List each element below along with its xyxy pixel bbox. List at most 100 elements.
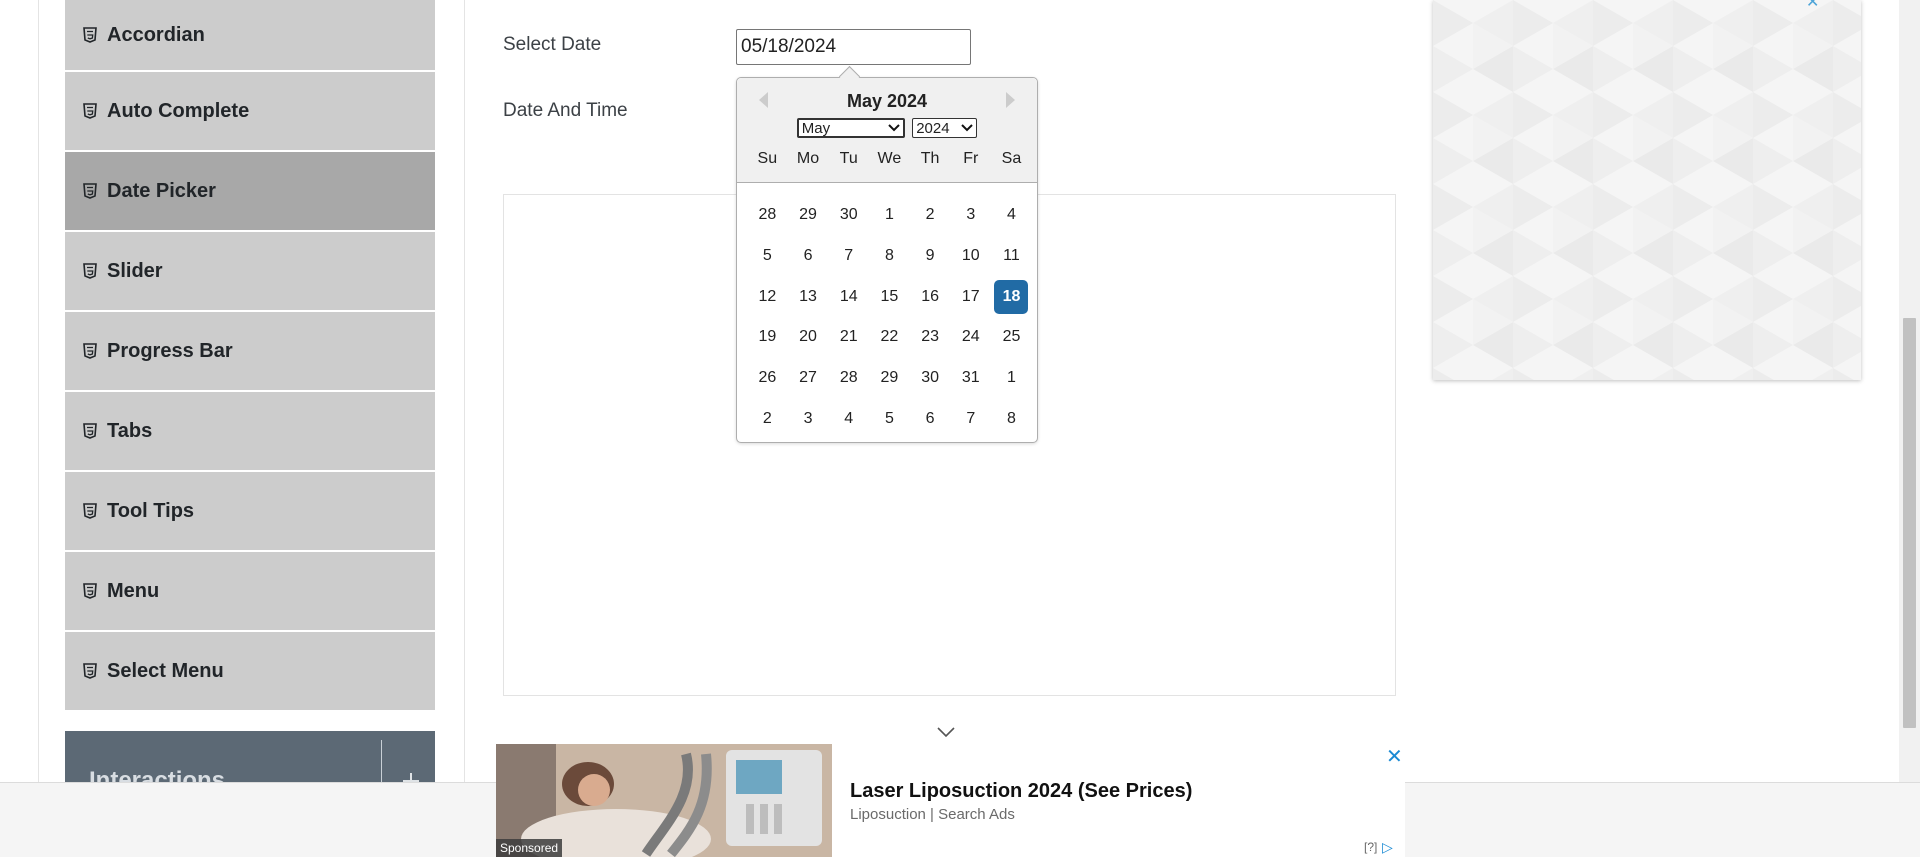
bottom-ad-card[interactable]: Sponsored Laser Liposuction 2024 (See Pr…: [496, 744, 1405, 857]
close-icon[interactable]: ✕: [1386, 744, 1403, 769]
sidebar-item-tool-tips[interactable]: Tool Tips: [65, 472, 435, 550]
date-picker-title: May 2024: [846, 91, 928, 111]
calendar-day-number: 4: [1007, 206, 1016, 224]
ad-help-link[interactable]: [?]: [1364, 840, 1377, 854]
calendar-day[interactable]: 6: [910, 398, 951, 439]
sidebar-item-tabs[interactable]: Tabs: [65, 392, 435, 470]
calendar-day-number: 27: [799, 369, 817, 387]
sidebar-item-accordian[interactable]: Accordian: [65, 0, 435, 70]
calendar-day-number: 1: [1007, 369, 1016, 387]
html5-icon: [83, 343, 97, 359]
calendar-day-number: 25: [1002, 328, 1021, 346]
sidebar-item-progress-bar[interactable]: Progress Bar: [65, 312, 435, 390]
calendar-day[interactable]: 22: [869, 317, 910, 358]
sidebar-item-auto-complete[interactable]: Auto Complete: [65, 72, 435, 150]
calendar-day[interactable]: 21: [828, 317, 869, 358]
calendar-day[interactable]: 15: [869, 276, 910, 317]
calendar-day[interactable]: 2: [747, 398, 788, 439]
calendar-day[interactable]: 29: [869, 358, 910, 399]
calendar-day-number: 5: [762, 247, 772, 265]
calendar-day-number: 13: [799, 287, 817, 305]
calendar-day[interactable]: 27: [788, 358, 829, 399]
chevron-down-icon: [888, 122, 900, 134]
calendar-day[interactable]: 17: [950, 276, 991, 317]
calendar-day-selected[interactable]: 18: [991, 276, 1032, 317]
ad-source[interactable]: Liposuction | Search Ads: [850, 806, 1015, 823]
calendar-day[interactable]: 8: [869, 236, 910, 277]
calendar-day[interactable]: 12: [747, 276, 788, 317]
calendar-day-number: 8: [884, 247, 894, 265]
select-date-input[interactable]: 05/18/2024: [736, 29, 971, 65]
calendar-day-number: 23: [921, 328, 939, 346]
calendar-day[interactable]: 19: [747, 317, 788, 358]
calendar-day-number: 1: [884, 206, 894, 224]
calendar-day-number: 12: [758, 287, 777, 305]
sidebar-item-select-menu[interactable]: Select Menu: [65, 632, 435, 710]
calendar-day-number: 19: [758, 328, 777, 346]
sidebar-item-slider[interactable]: Slider: [65, 232, 435, 310]
date-and-time-label: Date And Time: [503, 100, 628, 121]
calendar-day[interactable]: 1: [991, 358, 1032, 399]
sidebar-item-label: Progress Bar: [107, 339, 233, 362]
ad-headline[interactable]: Laser Liposuction 2024 (See Prices): [850, 780, 1192, 803]
html5-icon: [83, 583, 97, 599]
calendar-day[interactable]: 24: [950, 317, 991, 358]
page-scrollbar-thumb[interactable]: [1903, 318, 1916, 728]
sidebar-item-label: Tabs: [107, 419, 153, 442]
sidebar-item-label: Accordian: [107, 23, 205, 46]
sidebar-item-menu[interactable]: Menu: [65, 552, 435, 630]
calendar-day-number: 22: [880, 328, 899, 346]
adchoices-icon[interactable]: ▷: [1382, 839, 1393, 856]
calendar-day[interactable]: 31: [950, 358, 991, 399]
calendar-day[interactable]: 11: [991, 236, 1032, 277]
calendar-day[interactable]: 13: [788, 276, 829, 317]
day-of-week-label: Tu: [839, 150, 858, 167]
ad-background-pattern: [1433, 0, 1861, 380]
calendar-day[interactable]: 10: [950, 236, 991, 277]
calendar-day[interactable]: 28: [747, 195, 788, 236]
calendar-day[interactable]: 1: [869, 195, 910, 236]
calendar-day[interactable]: 16: [910, 276, 951, 317]
calendar-day[interactable]: 5: [869, 398, 910, 439]
calendar-day[interactable]: 9: [910, 236, 951, 277]
calendar-day[interactable]: 4: [991, 195, 1032, 236]
html5-icon: [83, 103, 97, 119]
calendar-day[interactable]: 23: [910, 317, 951, 358]
month-select[interactable]: May: [796, 118, 905, 138]
side-ad-panel: ✕: [1433, 0, 1861, 380]
calendar-day[interactable]: 26: [747, 358, 788, 399]
calendar-day[interactable]: 29: [788, 195, 829, 236]
select-date-label: Select Date: [503, 34, 602, 55]
calendar-days-grid: 28 29 30 1 2 3 4 5 6 7 8 9 10 11 12 13 14 15 16 17 18 19 20 21 2…: [747, 195, 1032, 439]
sidebar-item-date-picker[interactable]: Date Picker: [65, 152, 435, 230]
calendar-day-number: 2: [762, 409, 772, 427]
calendar-day[interactable]: 4: [828, 398, 869, 439]
calendar-day[interactable]: 3: [788, 398, 829, 439]
calendar-day[interactable]: 2: [910, 195, 951, 236]
sidebar-item-label: Menu: [107, 579, 160, 602]
calendar-day[interactable]: 14: [828, 276, 869, 317]
calendar-day[interactable]: 6: [788, 236, 829, 277]
ad-close-icon[interactable]: ✕: [1806, 0, 1819, 12]
sidebar-item-label: Tool Tips: [107, 499, 195, 522]
calendar-day[interactable]: 5: [747, 236, 788, 277]
calendar-day[interactable]: 7: [950, 398, 991, 439]
calendar-day[interactable]: 20: [788, 317, 829, 358]
calendar-day[interactable]: 30: [828, 195, 869, 236]
calendar-day[interactable]: 25: [991, 317, 1032, 358]
calendar-day-number: 31: [961, 369, 980, 387]
calendar-day-number: 3: [803, 409, 813, 427]
year-select[interactable]: 2024: [912, 118, 978, 138]
date-picker-header: May 2024 May 2024 Su Mo Tu We Th Fr Sa: [737, 78, 1037, 183]
html5-icon: [83, 183, 97, 199]
calendar-day[interactable]: 8: [991, 398, 1032, 439]
calendar-day[interactable]: 30: [910, 358, 951, 399]
calendar-day[interactable]: 7: [828, 236, 869, 277]
calendar-day-number: 6: [803, 247, 813, 265]
day-of-week-label: Sa: [1001, 150, 1022, 167]
chevron-down-icon[interactable]: [936, 725, 956, 739]
ad-image[interactable]: Sponsored: [496, 744, 832, 857]
calendar-day[interactable]: 3: [950, 195, 991, 236]
calendar-day[interactable]: 28: [828, 358, 869, 399]
calendar-day-number: 4: [844, 409, 854, 427]
